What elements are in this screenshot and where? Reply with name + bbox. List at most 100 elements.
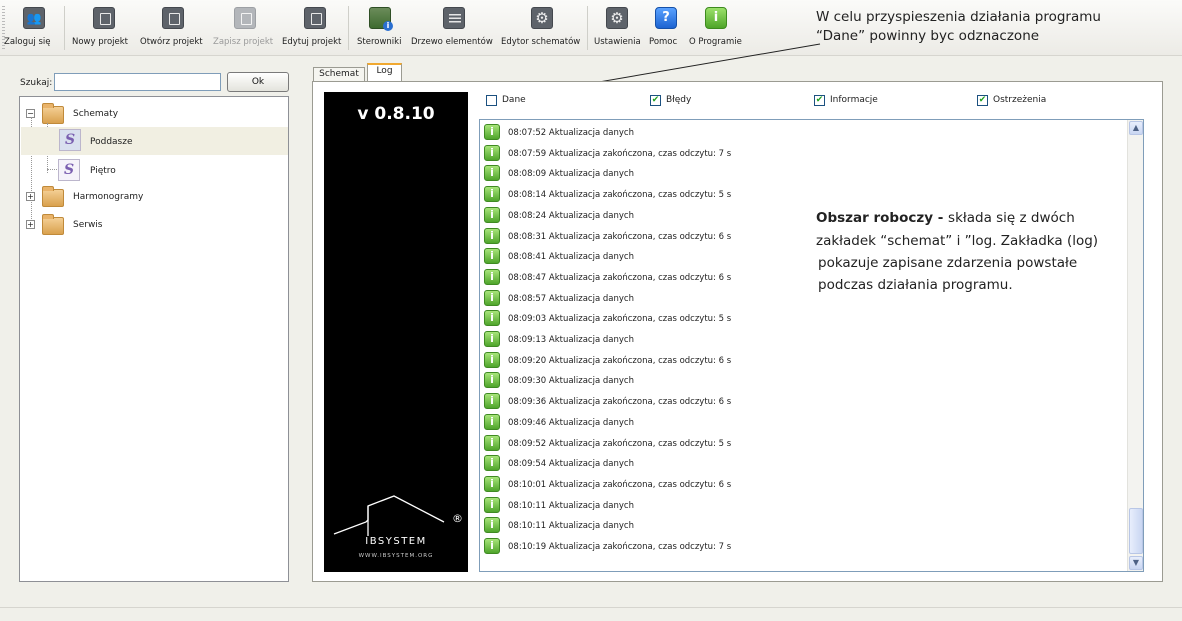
tree-label-schematy: Schematy xyxy=(73,109,119,119)
log-entry-text: 08:07:52 Aktualizacja danych xyxy=(508,128,634,138)
info-icon: i xyxy=(484,372,500,389)
log-entry-text: 08:08:24 Aktualizacja danych xyxy=(508,210,634,221)
log-entry-text: 08:09:54 Aktualizacja danych xyxy=(508,459,634,470)
info-icon: i xyxy=(484,434,500,451)
info-icon: i xyxy=(484,289,500,306)
brand-name: IBSYSTEM xyxy=(365,536,427,547)
version-label: v 0.8.10 xyxy=(357,104,435,124)
tree-label-poddasze: Poddasze xyxy=(90,137,133,147)
search-input[interactable] xyxy=(54,73,221,91)
log-entry[interactable]: i 08:10:11 Aktualizacja danych xyxy=(484,495,1124,515)
folder-icon xyxy=(42,103,64,124)
log-entry[interactable]: i 08:07:59 Aktualizacja zakończona, czas … xyxy=(484,143,1124,163)
info-icon: i xyxy=(484,455,500,472)
tab-schemat[interactable]: Schemat xyxy=(313,67,365,81)
log-entry-text: 08:08:14 Aktualizacja zakończona, czas o… xyxy=(508,190,732,201)
checkbox-unchecked-icon xyxy=(486,95,497,106)
schema-document-icon: S xyxy=(58,159,80,181)
log-entry-text: 08:09:13 Aktualizacja danych xyxy=(508,335,634,345)
info-icon: i xyxy=(484,331,500,347)
log-entry-text: 08:08:57 Aktualizacja danych xyxy=(508,293,634,304)
annotation-work-rest: składa się z dwóch xyxy=(948,210,1075,226)
scroll-down-icon[interactable]: ▼ xyxy=(1129,556,1143,570)
log-entry-text: 08:10:19 Aktualizacja zakończona, czas o… xyxy=(508,542,732,552)
log-entry[interactable]: i 08:08:57 Aktualizacja danych xyxy=(484,288,1124,308)
annotation-work-line1: Obszar roboczy - składa się z dwóch xyxy=(816,210,1075,227)
expand-toggle-icon[interactable]: + xyxy=(26,220,35,229)
log-entry[interactable]: i 08:09:46 Aktualizacja danych xyxy=(484,412,1124,432)
info-icon: i xyxy=(484,165,500,182)
checkbox-checked-icon: ✔ xyxy=(650,95,661,106)
registered-mark: ® xyxy=(452,512,463,525)
info-icon: i xyxy=(484,186,500,203)
filter-label: Błędy xyxy=(666,95,692,105)
log-entry-text: 08:07:59 Aktualizacja zakończona, czas o… xyxy=(508,148,732,159)
info-icon: i xyxy=(484,351,500,368)
log-entry[interactable]: i 08:09:30 Aktualizacja danych xyxy=(484,370,1124,390)
log-entry-text: 08:09:36 Aktualizacja zakończona, czas o… xyxy=(508,397,732,408)
info-icon: i xyxy=(484,393,500,410)
log-entry[interactable]: i 08:09:36 Aktualizacja zakończona, czas … xyxy=(484,391,1124,411)
annotation-work-line4: podczas działania programu. xyxy=(818,277,1013,293)
log-entry[interactable]: i 08:10:01 Aktualizacja zakończona, czas … xyxy=(484,474,1124,494)
tree-label-pietro: Piętro xyxy=(90,166,116,176)
log-entry[interactable]: i 08:08:14 Aktualizacja zakończona, czas … xyxy=(484,184,1124,204)
tree-label-serwis: Serwis xyxy=(73,220,103,230)
info-icon: i xyxy=(484,538,500,554)
log-entry-text: 08:09:20 Aktualizacja zakończona, czas o… xyxy=(508,355,732,366)
tree-node-pietro[interactable]: S Piętro xyxy=(20,156,288,184)
info-icon: i xyxy=(484,517,500,534)
info-icon: i xyxy=(484,268,500,285)
tree-node-poddasze[interactable]: S Poddasze xyxy=(21,127,288,155)
log-entry-text: 08:09:52 Aktualizacja zakończona, czas o… xyxy=(508,438,732,449)
tree-node-schematy[interactable]: − Schematy xyxy=(20,99,288,127)
schema-document-icon: S xyxy=(59,129,81,151)
tab-log[interactable]: Log xyxy=(367,63,402,81)
log-entry[interactable]: i 08:09:54 Aktualizacja danych xyxy=(484,453,1124,473)
log-entry-text: 08:09:03 Aktualizacja zakończona, czas o… xyxy=(508,314,732,325)
log-entry-text: 08:09:46 Aktualizacja danych xyxy=(508,417,634,428)
scrollbar-thumb[interactable] xyxy=(1129,508,1143,554)
checkbox-checked-icon: ✔ xyxy=(814,95,825,106)
project-tree: − Schematy S Poddasze S Piętro + Harmono… xyxy=(19,96,289,582)
log-entry[interactable]: i 08:10:19 Aktualizacja zakończona, czas … xyxy=(484,536,1124,556)
info-icon: i xyxy=(484,206,500,223)
annotation-work-line3: pokazuje zapisane zdarzenia powstałe xyxy=(818,255,1078,271)
log-entry-text: 08:10:11 Aktualizacja danych xyxy=(508,521,634,532)
log-entry-text: 08:10:11 Aktualizacja danych xyxy=(508,500,634,511)
filter-label: Dane xyxy=(502,95,526,105)
log-entry[interactable]: i 08:07:52 Aktualizacja danych xyxy=(484,122,1124,142)
annotation-work-bold: Obszar roboczy - xyxy=(816,210,949,226)
tree-node-harmonogramy[interactable]: + Harmonogramy xyxy=(20,183,288,211)
info-icon: i xyxy=(484,496,500,513)
log-entry[interactable]: i 08:08:09 Aktualizacja danych xyxy=(484,163,1124,183)
log-entry-text: 08:08:47 Aktualizacja zakończona, czas o… xyxy=(508,272,732,283)
log-entry[interactable]: i 08:09:20 Aktualizacja zakończona, czas … xyxy=(484,350,1124,370)
info-icon: i xyxy=(484,413,500,430)
filter-label: Informacje xyxy=(830,95,878,105)
status-bar xyxy=(0,607,1182,621)
log-scrollbar[interactable]: ▲ ▼ xyxy=(1127,120,1143,571)
scroll-up-icon[interactable]: ▲ xyxy=(1129,121,1143,135)
folder-icon xyxy=(42,214,64,235)
log-entry-text: 08:09:30 Aktualizacja danych xyxy=(508,376,634,387)
brand-url: WWW.IBSYSTEM.ORG xyxy=(358,553,434,559)
log-entry-text: 08:08:09 Aktualizacja danych xyxy=(508,169,634,180)
info-icon: i xyxy=(484,475,500,492)
folder-icon xyxy=(42,186,64,207)
log-entry[interactable]: i 08:09:13 Aktualizacja danych xyxy=(484,329,1124,349)
tree-node-serwis[interactable]: + Serwis xyxy=(20,211,288,239)
log-entry-text: 08:08:31 Aktualizacja zakończona, czas o… xyxy=(508,231,732,242)
filter-label: Ostrzeżenia xyxy=(993,95,1047,105)
log-entry[interactable]: i 08:10:11 Aktualizacja danych xyxy=(484,515,1124,535)
info-icon: i xyxy=(484,124,500,140)
info-icon: i xyxy=(484,144,500,161)
info-icon: i xyxy=(484,248,500,265)
tree-label-harmonogramy: Harmonogramy xyxy=(73,192,144,202)
expand-toggle-icon[interactable]: + xyxy=(26,192,35,201)
log-entry[interactable]: i 08:09:52 Aktualizacja zakończona, czas … xyxy=(484,433,1124,453)
log-entry[interactable]: i 08:09:03 Aktualizacja zakończona, czas … xyxy=(484,308,1124,328)
search-ok-button[interactable]: Ok xyxy=(227,72,289,92)
log-list[interactable]: i 08:07:52 Aktualizacja danych i 08:07:59 A… xyxy=(479,119,1144,572)
log-entry-text: 08:10:01 Aktualizacja zakończona, czas o… xyxy=(508,479,732,490)
